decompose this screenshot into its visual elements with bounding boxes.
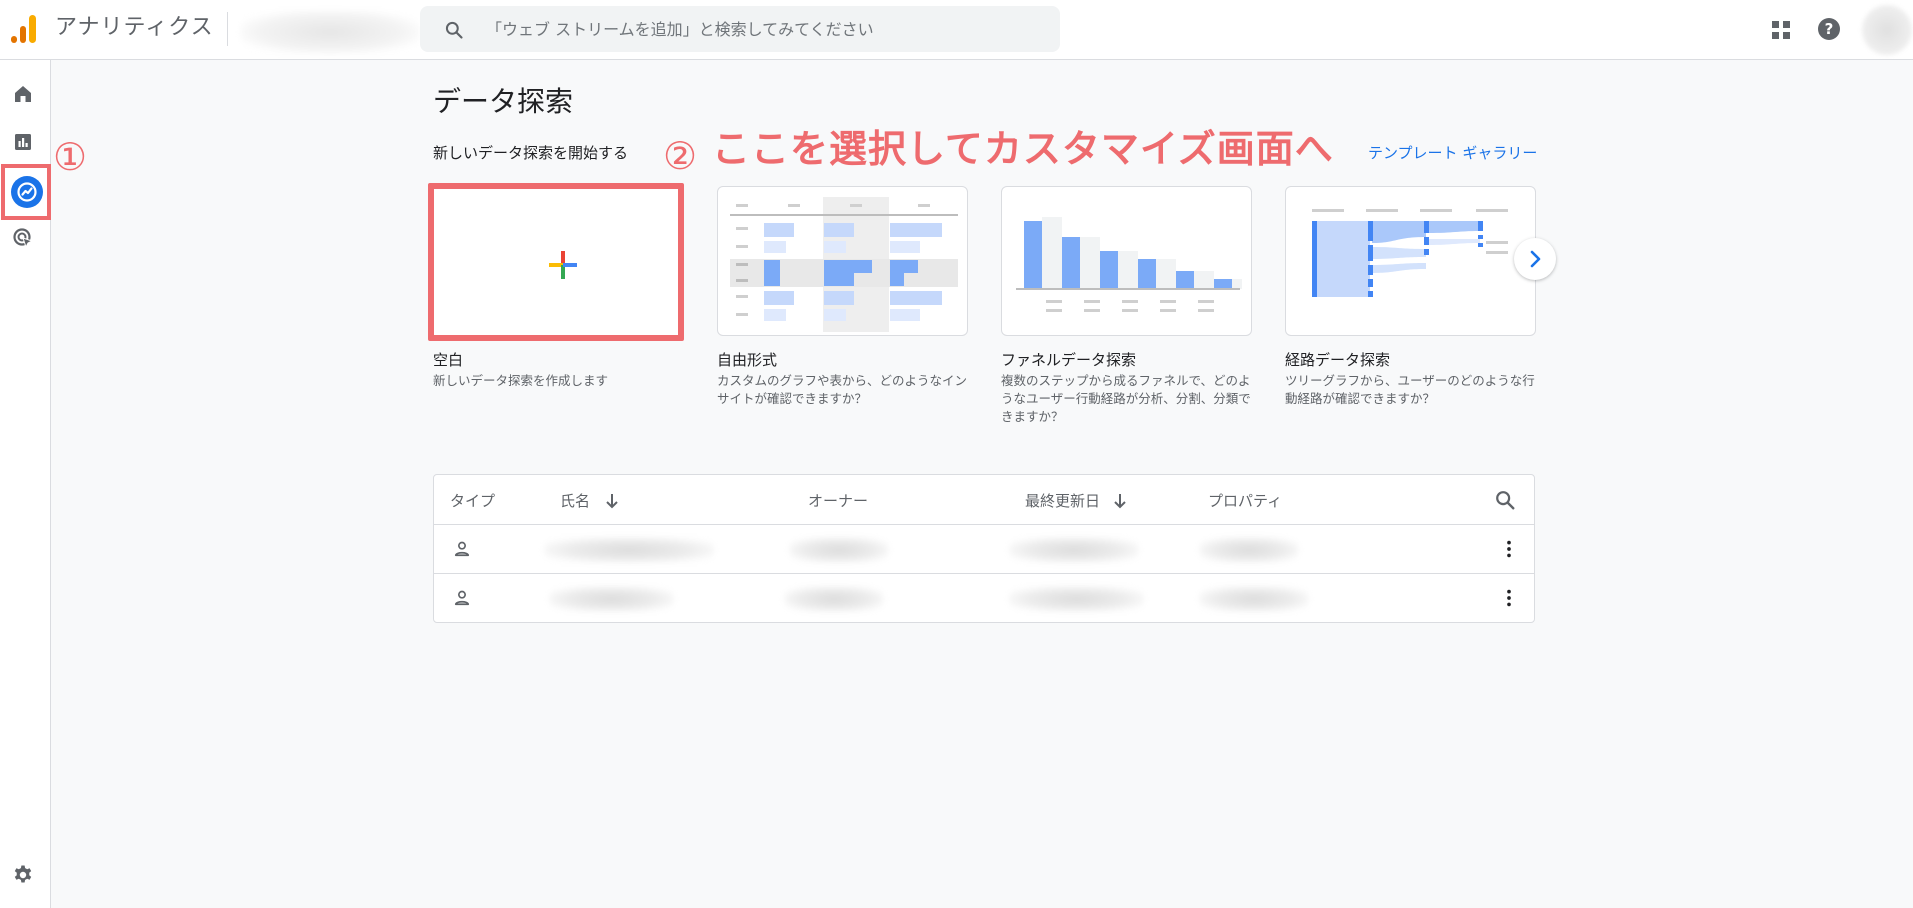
sort-arrow-down-icon[interactable] [1112,492,1128,510]
card-desc-freeform: カスタムのグラフや表から、どのようなイン サイトが確認できますか？ [717,373,968,406]
search-input[interactable] [486,6,1046,52]
app-title: アナリティクス [55,15,214,40]
annotation-step-2: ② [663,134,698,178]
title-divider [227,12,228,46]
plus-icon [549,251,577,279]
more-vert-icon[interactable] [1498,538,1520,560]
path-template-card[interactable] [1285,186,1536,336]
analytics-logo-icon[interactable] [10,14,38,44]
card-desc-funnel: 複数のステップから成るファネルで、どのよ うなユーザー行動経路が分析、分割、分類… [1001,373,1251,424]
column-header-owner[interactable]: オーナー [808,491,868,511]
row-updated-redacted [1009,537,1139,563]
row-owner-redacted [784,586,884,612]
search-bar[interactable] [420,6,1060,52]
column-header-type: タイプ [450,492,496,510]
card-desc-blank: 新しいデータ探索を作成します [433,373,609,388]
gear-icon[interactable] [11,863,35,887]
svg-text:?: ? [1825,20,1834,38]
funnel-template-card[interactable] [1001,186,1252,336]
chevron-right-icon [1530,250,1541,268]
person-icon [454,590,470,606]
left-navigation-rail [0,60,51,908]
template-gallery-link[interactable]: テンプレート ギャラリー [1368,143,1537,163]
advertising-icon[interactable] [11,226,35,250]
avatar[interactable] [1862,5,1912,55]
card-title-funnel: ファネルデータ探索 [1001,351,1137,369]
card-title-path: 経路データ探索 [1285,351,1391,369]
row-property-redacted [1199,586,1309,612]
table-row[interactable] [434,573,1534,622]
card-title-blank: 空白 [433,351,464,369]
carousel-next-button[interactable] [1514,238,1556,280]
row-property-redacted [1199,537,1299,563]
annotation-step-1: ① [53,135,88,179]
table-row[interactable] [434,524,1534,573]
card-desc-path: ツリーグラフから、ユーザーのどのような行 動経路が確認できますか？ [1285,373,1535,406]
top-app-bar: アナリティクス ? [0,0,1913,60]
blank-template-card[interactable] [428,183,684,341]
funnel-thumbnail-icon [1016,217,1242,312]
account-selector[interactable] [240,10,420,54]
column-header-property[interactable]: プロパティ [1208,491,1282,511]
path-thumbnail-icon [1312,209,1508,297]
home-icon[interactable] [11,82,35,106]
column-header-name[interactable]: 氏名 [560,491,590,511]
card-title-freeform: 自由形式 [717,351,778,369]
annotation-text: ここを選択してカスタマイズ画面へ [712,127,1334,171]
freeform-template-card[interactable] [717,186,968,336]
page-title: データ探索 [433,85,574,118]
row-owner-redacted [789,537,889,563]
sidebar-item-explore[interactable] [1,164,51,220]
bar-chart-icon[interactable] [11,130,35,154]
person-icon [454,541,470,557]
section-label: 新しいデータ探索を開始する [433,144,629,162]
row-updated-redacted [1009,586,1144,612]
search-icon [445,21,463,39]
sort-arrow-down-icon[interactable] [604,492,620,510]
apps-grid-icon[interactable] [1769,18,1793,42]
explore-icon [11,176,43,208]
column-header-updated[interactable]: 最終更新日 [1025,491,1100,511]
row-name-redacted [549,586,674,612]
freeform-thumbnail-icon [730,197,958,332]
more-vert-icon[interactable] [1498,587,1520,609]
row-name-redacted [544,537,714,563]
help-icon[interactable]: ? [1817,17,1841,41]
table-search-icon[interactable] [1494,489,1516,511]
explorations-table: タイプ 氏名 オーナー 最終更新日 プロパティ [433,474,1535,623]
